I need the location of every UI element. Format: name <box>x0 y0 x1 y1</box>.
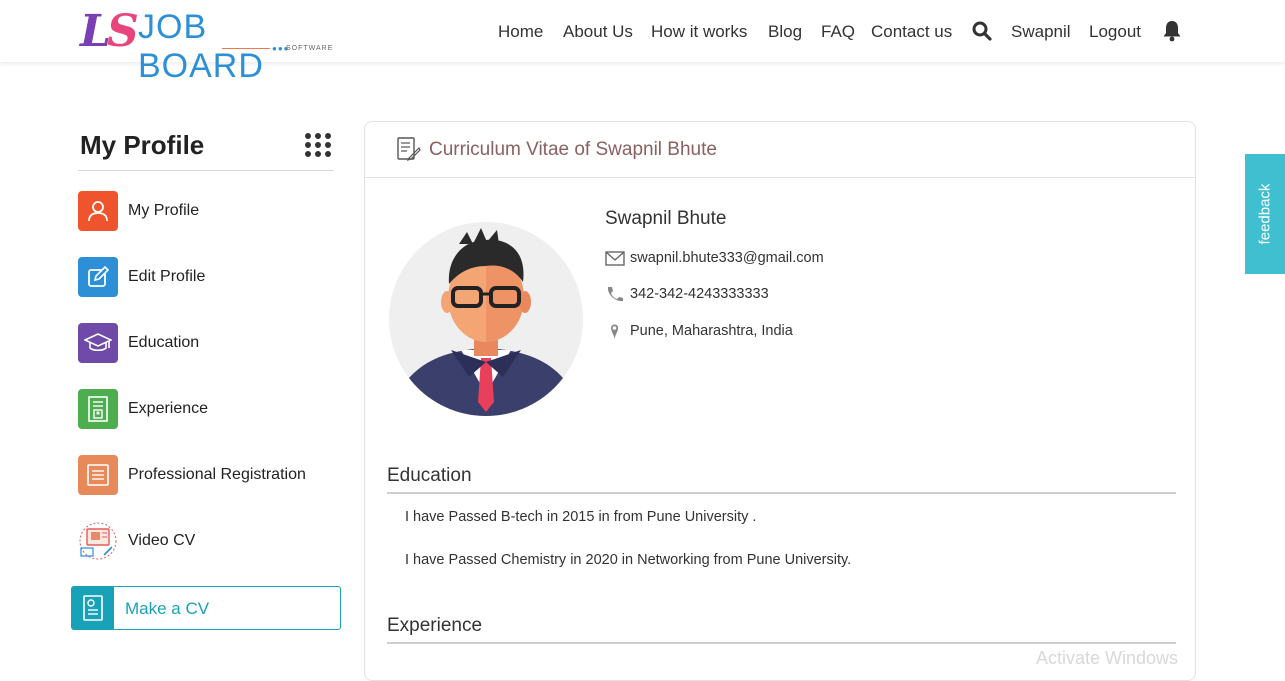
sidebar-divider <box>78 170 334 171</box>
nav-logout[interactable]: Logout <box>1089 22 1141 42</box>
document-badge-icon <box>78 389 118 429</box>
cv-card-header: Curriculum Vitae of Swapnil Bhute <box>365 122 1195 178</box>
sidebar-item-label: Education <box>128 334 200 351</box>
cv-certificate-icon <box>395 136 421 162</box>
sidebar-item-edit-profile[interactable]: Edit Profile <box>78 257 338 299</box>
email-text: swapnil.bhute333@gmail.com <box>630 250 824 266</box>
grid-menu-icon[interactable] <box>304 132 332 158</box>
feedback-tab[interactable]: feedback <box>1245 154 1285 274</box>
sidebar-item-label: Edit Profile <box>128 268 206 285</box>
make-cv-button[interactable]: Make a CV <box>71 586 341 630</box>
user-icon <box>78 191 118 231</box>
candidate-name: Swapnil Bhute <box>605 208 727 229</box>
cv-title: Curriculum Vitae of Swapnil Bhute <box>429 139 717 160</box>
sidebar-item-label: My Profile <box>128 202 200 219</box>
feedback-label: feedback <box>1256 183 1274 245</box>
sidebar-item-video-cv[interactable]: Video CV <box>78 521 338 563</box>
phone-icon <box>605 285 625 303</box>
phone-text: 342-342-4243333333 <box>630 286 769 302</box>
nav-home[interactable]: Home <box>498 22 543 42</box>
sidebar-item-education[interactable]: Education <box>78 323 338 365</box>
search-icon[interactable] <box>972 21 992 46</box>
make-cv-label: Make a CV <box>125 599 210 618</box>
nav-blog[interactable]: Blog <box>768 22 802 42</box>
video-cv-icon <box>78 521 118 561</box>
sidebar-title: My Profile <box>80 130 205 160</box>
education-entry: I have Passed B-tech in 2015 in from Pun… <box>405 509 757 525</box>
education-entry: I have Passed Chemistry in 2020 in Netwo… <box>405 552 852 568</box>
sidebar-item-professional-registration[interactable]: Professional Registration <box>78 455 338 497</box>
sidebar-item-my-profile[interactable]: My Profile <box>78 191 338 233</box>
sidebar-item-label: Experience <box>128 400 209 417</box>
logo-subtitle: SOFTWARE <box>286 45 334 52</box>
site-logo[interactable]: LS JOB BOARD ●●● SOFTWARE <box>80 6 342 85</box>
sidebar-item-experience[interactable]: Experience <box>78 389 338 431</box>
bell-icon[interactable] <box>1162 20 1182 47</box>
nav-contact-us[interactable]: Contact us <box>871 22 952 42</box>
logo-underline <box>222 48 270 49</box>
envelope-icon <box>605 249 625 267</box>
education-heading: Education <box>387 465 472 486</box>
edit-icon <box>78 257 118 297</box>
map-pin-icon <box>605 322 625 340</box>
profile-avatar <box>389 222 583 416</box>
list-document-icon <box>78 455 118 495</box>
nav-user-swapnil[interactable]: Swapnil <box>1011 22 1071 42</box>
site-header: LS JOB BOARD ●●● SOFTWARE Home About Us … <box>0 0 1285 85</box>
nav-about-us[interactable]: About Us <box>563 22 633 42</box>
sidebar-item-label: Video CV <box>128 532 196 549</box>
education-divider <box>387 492 1176 494</box>
cv-document-icon <box>72 587 114 629</box>
graduation-cap-icon <box>78 323 118 363</box>
nav-how-it-works[interactable]: How it works <box>651 22 747 42</box>
sidebar-item-label: Professional Registration <box>128 466 306 483</box>
location-text: Pune, Maharashtra, India <box>630 323 793 339</box>
experience-divider <box>387 642 1176 644</box>
nav-faq[interactable]: FAQ <box>821 22 855 42</box>
experience-heading: Experience <box>387 615 483 636</box>
cv-card: Curriculum Vitae of Swapnil Bhute Swapni… <box>364 121 1196 681</box>
logo-mark: LS <box>80 6 139 57</box>
